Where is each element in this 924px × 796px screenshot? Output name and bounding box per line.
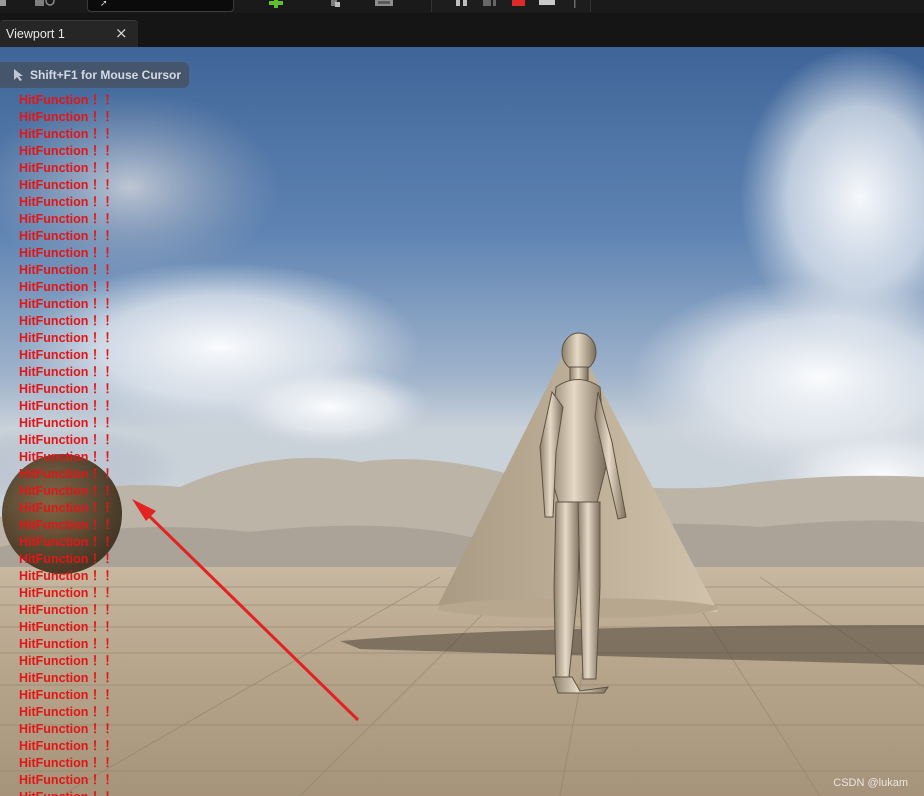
tab-bar: Viewport 1 × <box>0 13 924 48</box>
log-line: HitFunction ！！ <box>19 671 117 685</box>
cursor-icon: ➚ <box>100 0 108 9</box>
stop-icon[interactable] <box>511 0 527 8</box>
log-line: HitFunction ！！ <box>19 195 117 209</box>
log-line: HitFunction ！！ <box>19 739 117 753</box>
close-icon[interactable]: × <box>115 24 128 42</box>
more-options-icon[interactable] <box>566 0 584 8</box>
log-line: HitFunction ！！ <box>19 348 117 362</box>
log-line: HitFunction ！！ <box>19 773 117 787</box>
log-line: HitFunction ！！ <box>19 484 117 498</box>
log-line: HitFunction ！！ <box>19 229 117 243</box>
log-line: HitFunction ！！ <box>19 535 117 549</box>
log-line: HitFunction ！！ <box>19 93 117 107</box>
log-line: HitFunction ！！ <box>19 705 117 719</box>
log-line: HitFunction ！！ <box>19 382 117 396</box>
tab-label: Viewport 1 <box>6 27 65 41</box>
log-line: HitFunction ！！ <box>19 569 117 583</box>
hint-text: Shift+F1 for Mouse Cursor <box>30 68 182 82</box>
pause-icon[interactable] <box>455 0 469 8</box>
log-line: HitFunction ！！ <box>19 756 117 770</box>
log-line: HitFunction ！！ <box>19 127 117 141</box>
log-line: HitFunction ！！ <box>19 110 117 124</box>
log-line: HitFunction ！！ <box>19 586 117 600</box>
mouse-pointer-icon <box>14 69 23 81</box>
log-line: HitFunction ！！ <box>19 433 117 447</box>
log-line: HitFunction ！！ <box>19 263 117 277</box>
log-line: HitFunction ！！ <box>19 144 117 158</box>
log-line: HitFunction ！！ <box>19 178 117 192</box>
log-line: HitFunction ！！ <box>19 212 117 226</box>
debug-log: HitFunction ！！ HitFunction ！！ HitFunction … <box>19 93 117 796</box>
scene-render <box>0 47 924 796</box>
log-line: HitFunction ！！ <box>19 331 117 345</box>
log-line: HitFunction ！！ <box>19 161 117 175</box>
log-line: HitFunction ！！ <box>19 518 117 532</box>
log-line: HitFunction ！！ <box>19 620 117 634</box>
log-line: HitFunction ！！ <box>19 722 117 736</box>
toolbar-search-field[interactable]: ➚ <box>87 0 234 12</box>
toolbar-icon[interactable] <box>33 0 57 8</box>
log-line: HitFunction ！！ <box>19 603 117 617</box>
mouse-cursor-hint: Shift+F1 for Mouse Cursor <box>0 62 189 88</box>
log-line: HitFunction ！！ <box>19 552 117 566</box>
toolbar-icon[interactable] <box>0 0 10 8</box>
log-line: HitFunction ！！ <box>19 246 117 260</box>
game-viewport[interactable]: Shift+F1 for Mouse Cursor HitFunction ！！… <box>0 47 924 796</box>
log-line: HitFunction ！！ <box>19 637 117 651</box>
tab-viewport-1[interactable]: Viewport 1 × <box>0 20 138 47</box>
log-line: HitFunction ！！ <box>19 416 117 430</box>
toolbar-icon[interactable] <box>375 0 395 8</box>
editor-toolbar: ➚ <box>0 0 924 13</box>
log-line: HitFunction ！！ <box>19 297 117 311</box>
add-actor-icon[interactable] <box>266 0 286 8</box>
step-icon[interactable] <box>482 0 498 8</box>
log-line: HitFunction ！！ <box>19 450 117 464</box>
log-line: HitFunction ！！ <box>19 467 117 481</box>
log-line: HitFunction ！！ <box>19 501 117 515</box>
toolbar-icon[interactable] <box>330 0 342 8</box>
log-line: HitFunction ！！ <box>19 688 117 702</box>
log-line: HitFunction ！！ <box>19 790 117 796</box>
log-line: HitFunction ！！ <box>19 399 117 413</box>
eject-icon[interactable] <box>538 0 558 8</box>
watermark: CSDN @lukam <box>833 777 908 789</box>
log-line: HitFunction ！！ <box>19 314 117 328</box>
log-line: HitFunction ！！ <box>19 365 117 379</box>
log-line: HitFunction ！！ <box>19 654 117 668</box>
log-line: HitFunction ！！ <box>19 280 117 294</box>
